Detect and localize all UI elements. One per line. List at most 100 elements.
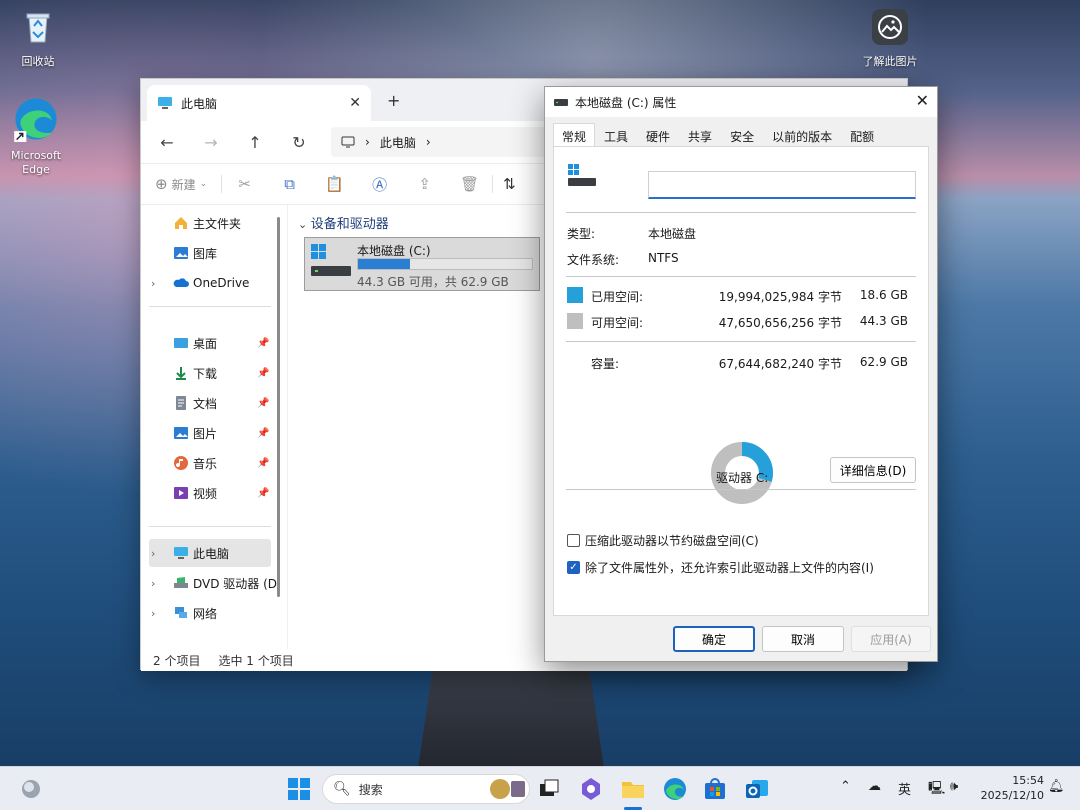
camera-info-icon	[872, 9, 908, 45]
sidebar-item-documents[interactable]: 文档 📌	[149, 389, 271, 417]
forward-arrow-icon[interactable]: →	[189, 133, 233, 152]
rename-icon[interactable]: Ⓐ	[357, 174, 402, 195]
dialog-title: 本地磁盘 (C:) 属性	[575, 95, 677, 110]
tab-security[interactable]: 安全	[721, 123, 764, 147]
sidebar-item-pictures[interactable]: 图片 📌	[149, 419, 271, 447]
tab-tools[interactable]: 工具	[595, 123, 638, 147]
tab-hardware[interactable]: 硬件	[637, 123, 680, 147]
expand-chevron-icon[interactable]: ›	[151, 547, 155, 560]
tab-general[interactable]: 常规	[553, 123, 596, 147]
ime-indicator[interactable]: 英	[898, 779, 911, 798]
tab-quota[interactable]: 配额	[841, 123, 884, 147]
tab-sharing[interactable]: 共享	[679, 123, 722, 147]
search-icon: 🔍︎	[333, 781, 351, 797]
close-icon[interactable]: ✕	[916, 91, 929, 110]
taskbar-search[interactable]: 🔍︎ 搜索	[322, 774, 530, 804]
sidebar-item-home[interactable]: 主文件夹	[149, 209, 271, 237]
onedrive-cloud-icon	[173, 278, 189, 287]
explorer-tab-title: 此电脑	[181, 96, 218, 111]
close-tab-icon[interactable]: ✕	[349, 95, 361, 111]
pin-icon[interactable]: 📌	[257, 488, 269, 499]
copy-icon[interactable]: ⧉	[267, 175, 312, 193]
separator	[566, 212, 916, 213]
notification-bell-icon[interactable]: 🔔︎	[1048, 779, 1065, 794]
sidebar-dvd-label: DVD 驱动器 (D	[193, 576, 278, 591]
sidebar-item-onedrive[interactable]: › OneDrive	[149, 269, 271, 297]
learn-about-picture-label: 了解此图片	[862, 55, 918, 68]
new-button-label: 新建	[171, 177, 196, 192]
sort-icon[interactable]: ⇅	[492, 175, 516, 193]
breadcrumb-chevron-icon: ›	[365, 135, 370, 149]
this-pc-icon	[174, 547, 188, 559]
recycle-bin-desktop-icon[interactable]: 回收站	[0, 8, 76, 69]
drive-c-tile[interactable]: 本地磁盘 (C:) 44.3 GB 可用，共 62.9 GB	[304, 237, 540, 291]
music-icon	[174, 456, 188, 470]
compress-label[interactable]: 压缩此驱动器以节约磁盘空间(C)	[585, 532, 759, 549]
share-icon[interactable]: ⇪	[402, 175, 447, 193]
outlook-icon[interactable]	[744, 776, 770, 802]
task-view-icon[interactable]	[536, 776, 562, 802]
pin-icon[interactable]: 📌	[257, 398, 269, 409]
learn-about-picture-desktop-icon[interactable]: 了解此图片	[852, 8, 928, 69]
compress-checkbox[interactable]	[567, 534, 580, 547]
plus-circle-icon: ⊕	[155, 175, 168, 193]
chevron-down-icon: ⌄	[199, 179, 208, 189]
sidebar-item-music[interactable]: 音乐 📌	[149, 449, 271, 477]
new-tab-icon[interactable]: +	[387, 91, 400, 110]
cancel-button[interactable]: 取消	[762, 626, 844, 652]
sidebar-network-label: 网络	[193, 606, 218, 621]
explorer-tab[interactable]: 此电脑 ✕	[147, 85, 371, 121]
volume-icon[interactable]: 🕪	[950, 779, 958, 794]
breadcrumb-expand-icon[interactable]: ›	[426, 135, 431, 149]
expand-chevron-icon[interactable]: ›	[151, 607, 155, 620]
expand-chevron-icon[interactable]: ›	[151, 577, 155, 590]
breadcrumb-this-pc[interactable]: 此电脑	[380, 134, 416, 151]
pin-icon[interactable]: 📌	[257, 458, 269, 469]
details-button[interactable]: 详细信息(D)	[830, 457, 916, 483]
refresh-icon[interactable]: ↻	[277, 133, 321, 152]
sidebar-item-dvd[interactable]: › DVD 驱动器 (D	[149, 569, 277, 597]
new-button[interactable]: ⊕ 新建 ⌄	[155, 175, 223, 193]
edge-desktop-icon[interactable]: Microsoft Edge	[0, 96, 74, 177]
ok-button[interactable]: 确定	[673, 626, 755, 652]
sidebar-item-downloads[interactable]: 下载 📌	[149, 359, 271, 387]
tab-previous-versions[interactable]: 以前的版本	[763, 123, 842, 147]
edge-taskbar-icon[interactable]	[662, 776, 688, 802]
sidebar-item-network[interactable]: › 网络	[149, 599, 271, 627]
clock[interactable]: 15:54 2025/12/10	[978, 773, 1044, 803]
sidebar-onedrive-label: OneDrive	[193, 276, 250, 290]
group-header[interactable]: ⌄ 设备和驱动器	[298, 213, 389, 232]
index-checkbox[interactable]: ✓	[567, 561, 580, 574]
free-space-swatch	[567, 313, 583, 329]
delete-icon[interactable]: 🗑	[447, 175, 492, 193]
sidebar-item-videos[interactable]: 视频 📌	[149, 479, 271, 507]
paste-icon[interactable]: 📋	[312, 175, 357, 193]
network-icon[interactable]: 🖳	[928, 779, 945, 801]
separator	[566, 489, 916, 490]
cut-icon[interactable]: ✂	[222, 175, 267, 193]
up-arrow-icon[interactable]: ↑	[233, 133, 277, 152]
copilot-icon[interactable]	[578, 776, 604, 802]
index-label[interactable]: 除了文件属性外，还允许索引此驱动器上文件的内容(I)	[585, 559, 874, 576]
sidebar-scrollbar[interactable]	[277, 217, 280, 597]
onedrive-tray-icon[interactable]: ☁	[868, 779, 881, 794]
sidebar-home-label: 主文件夹	[193, 216, 242, 231]
sidebar-item-gallery[interactable]: 图库	[149, 239, 271, 267]
apply-button[interactable]: 应用(A)	[851, 626, 931, 652]
back-arrow-icon[interactable]: ←	[145, 133, 189, 152]
pin-icon[interactable]: 📌	[257, 368, 269, 379]
sidebar-item-this-pc[interactable]: › 此电脑	[149, 539, 271, 567]
document-icon	[176, 396, 186, 410]
pin-icon[interactable]: 📌	[257, 428, 269, 439]
expand-chevron-icon[interactable]: ›	[151, 277, 155, 290]
pin-icon[interactable]: 📌	[257, 338, 269, 349]
sidebar-this-pc-label: 此电脑	[193, 546, 230, 561]
show-hidden-icons-chevron-icon[interactable]: ⌃	[840, 779, 851, 794]
dvd-drive-icon	[174, 577, 188, 588]
store-icon[interactable]	[702, 776, 728, 802]
drive-label-input[interactable]	[648, 171, 916, 199]
start-windows-icon[interactable]	[286, 776, 312, 802]
file-explorer-taskbar-icon[interactable]	[620, 776, 646, 802]
widgets-icon[interactable]	[18, 776, 44, 802]
sidebar-item-desktop[interactable]: 桌面 📌	[149, 329, 271, 357]
